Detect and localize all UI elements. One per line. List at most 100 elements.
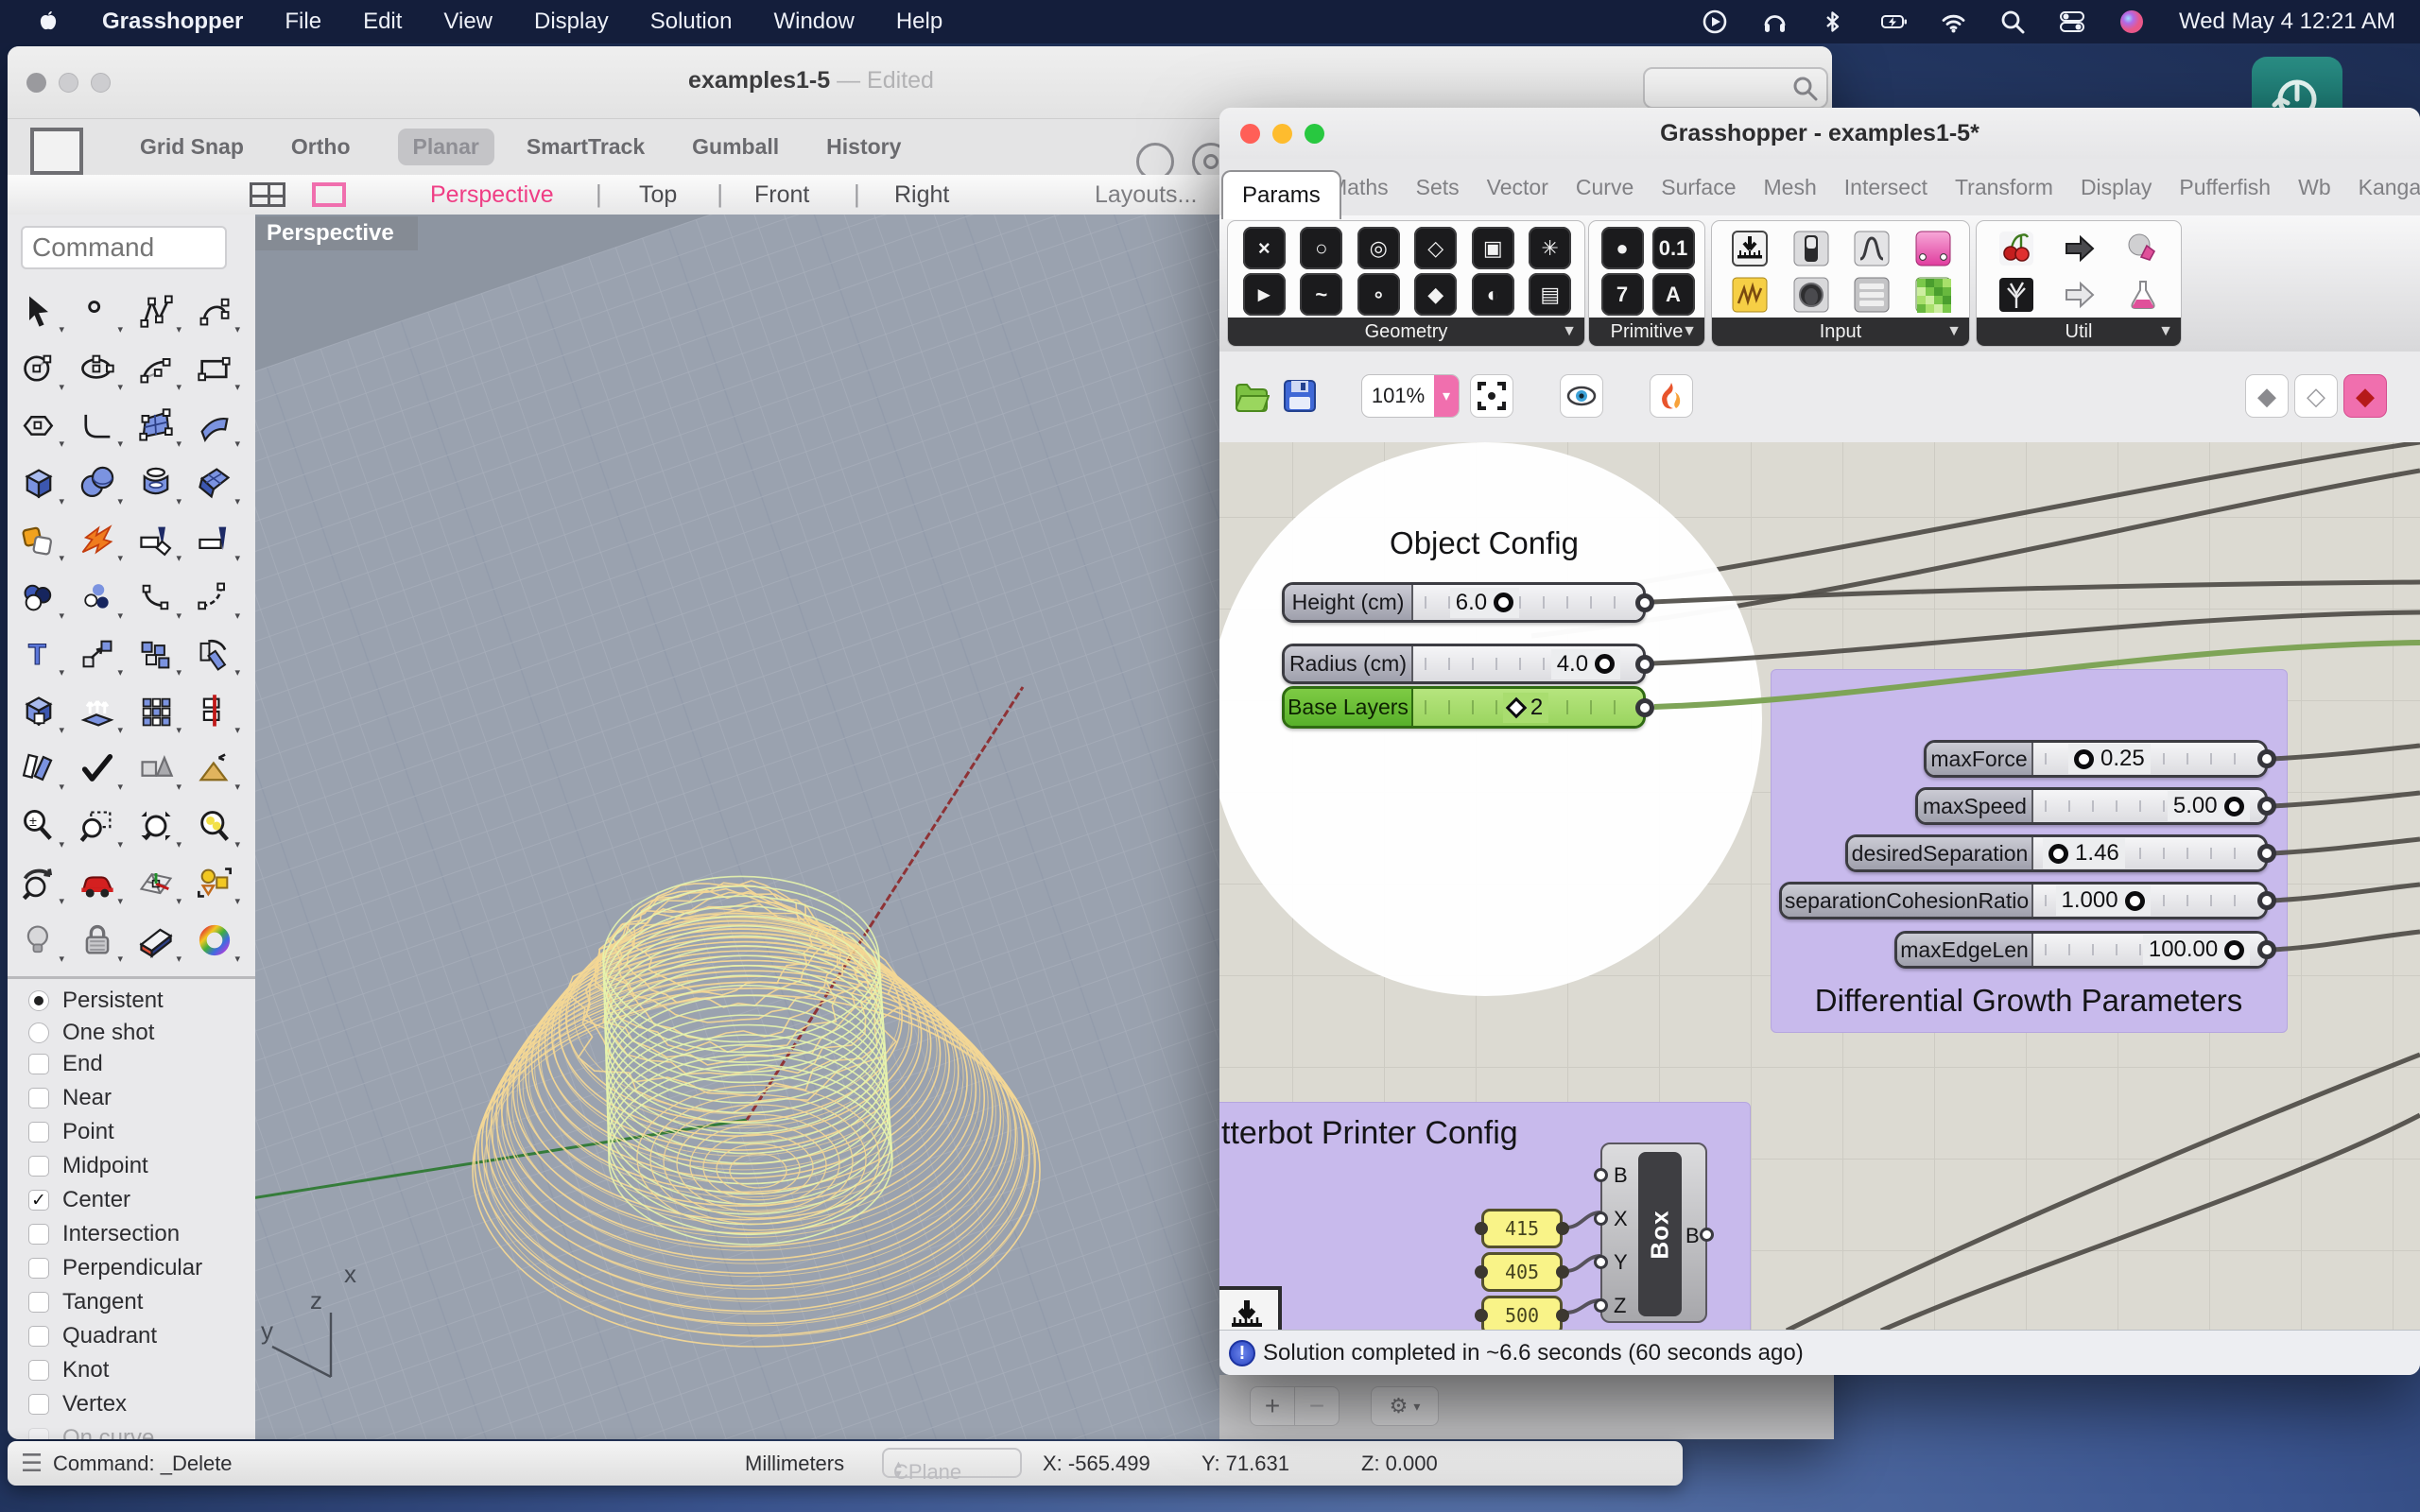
relay-icon[interactable] [2059, 227, 2101, 269]
zoom-level-control[interactable]: 101% ▾ [1361, 374, 1460, 418]
box-output-nub[interactable] [1700, 1228, 1714, 1242]
growth-slider-maxspeed[interactable]: maxSpeed5.00 [1915, 787, 2268, 825]
slider-knob[interactable] [1494, 593, 1513, 612]
menubar-clock[interactable]: Wed May 4 12:21 AM [2179, 9, 2395, 35]
point-cloud-tool-icon[interactable]: ▾ [70, 571, 125, 624]
rotate-tool-icon[interactable]: ▾ [187, 627, 242, 680]
revolve-tool-icon[interactable]: ▾ [129, 456, 183, 509]
preview-off-button[interactable]: ◇ [2294, 374, 2338, 418]
move-tool-icon[interactable]: ▾ [70, 627, 125, 680]
menu-display[interactable]: Display [534, 9, 609, 35]
selection-filter-tool-icon[interactable]: ▾ [70, 742, 125, 795]
tab-vector[interactable]: Vector [1487, 175, 1548, 200]
solution-info-icon[interactable]: ! [1229, 1340, 1255, 1366]
named-position-tool-icon[interactable]: ▾ [187, 856, 242, 909]
zoom-extents-tool-icon[interactable]: ▾ [129, 799, 183, 852]
arc-tool-icon[interactable]: ▾ [129, 342, 183, 395]
brep-param-icon[interactable]: ◐ [1472, 273, 1514, 316]
growth-slider-maxforce[interactable]: maxForce0.25 [1924, 740, 2268, 778]
slider-track[interactable]: 5.00 [2033, 790, 2265, 822]
menu-grasshopper[interactable]: Grasshopper [102, 9, 243, 35]
expand-arrow-icon[interactable]: ▼ [1682, 323, 1697, 340]
object-config-slider-height-cm-[interactable]: Height (cm)6.0 [1282, 582, 1646, 623]
checkbox[interactable] [28, 1394, 49, 1415]
checkbox[interactable] [28, 1326, 49, 1347]
slider-value-cluster[interactable]: 4.0 [1551, 649, 1620, 679]
box-tool-icon[interactable]: ▾ [11, 456, 66, 509]
jewel-icon[interactable] [2122, 227, 2165, 269]
tab-kangaroo2[interactable]: Kangaroo2 [2359, 175, 2420, 200]
circle-param-icon[interactable]: ○ [1300, 227, 1342, 269]
number-slider-component-icon[interactable] [1219, 1286, 1282, 1330]
preview-shaded-button[interactable]: ◆ [2245, 374, 2289, 418]
osnap-midpoint[interactable]: Midpoint [28, 1153, 148, 1179]
tab-sets[interactable]: Sets [1416, 175, 1460, 200]
galapagos-icon[interactable] [2122, 273, 2165, 316]
trim-tool-icon[interactable]: ▾ [129, 513, 183, 566]
object-config-slider-base-layers[interactable]: Base Layers2 [1282, 686, 1646, 729]
render-tool-icon[interactable]: ▾ [129, 914, 183, 967]
bluetooth-icon[interactable] [1822, 9, 1847, 35]
mode-grid-snap[interactable]: Grid Snap [140, 134, 244, 160]
wirecut-tool-icon[interactable]: ▾ [187, 685, 242, 738]
slider-track[interactable]: 100.00 [2033, 934, 2265, 966]
extrude-tool-icon[interactable]: ▾ [70, 685, 125, 738]
menu-file[interactable]: File [285, 9, 321, 35]
polygon-tool-icon[interactable]: ▾ [11, 399, 66, 452]
single-viewport-icon[interactable] [312, 182, 346, 207]
tab-transform[interactable]: Transform [1955, 175, 2053, 200]
vector-param-icon[interactable]: ► [1243, 273, 1286, 316]
box-input-nub-z[interactable] [1594, 1298, 1608, 1313]
number-panel-500[interactable]: 500 [1481, 1296, 1563, 1330]
slider-value-cluster[interactable]: 6.0 [1450, 588, 1519, 618]
slider-track[interactable]: 1.46 [2033, 837, 2265, 869]
battery-icon[interactable] [1881, 9, 1907, 35]
box-component-body[interactable]: Box [1638, 1152, 1682, 1316]
tab-params[interactable]: Params [1221, 170, 1341, 219]
curve-control-points-tool-icon[interactable]: ▾ [129, 284, 183, 337]
box-param-icon[interactable]: ▣ [1472, 227, 1514, 269]
checkbox[interactable]: ✓ [28, 1190, 49, 1211]
radio-one-shot[interactable]: One shot [28, 1020, 154, 1046]
osnap-quadrant[interactable]: Quadrant [28, 1323, 157, 1349]
boolean-toggle-icon[interactable] [1789, 227, 1832, 269]
walkabout-tool-icon[interactable]: ▾ [70, 856, 125, 909]
plugins-tool-icon[interactable]: ▾ [11, 513, 66, 566]
timeline-icon[interactable] [1995, 273, 2037, 316]
rhino-search-field[interactable] [1643, 67, 1828, 109]
panel-icon[interactable] [1851, 273, 1893, 316]
slider-knob[interactable] [2224, 940, 2244, 960]
ellipse-tool-icon[interactable]: ▾ [70, 342, 125, 395]
spotlight-icon[interactable] [2000, 9, 2026, 35]
curved-surface-tool-icon[interactable]: ▾ [187, 399, 242, 452]
surface-patch-tool-icon[interactable]: ▾ [187, 456, 242, 509]
tab-surface[interactable]: Surface [1661, 175, 1736, 200]
menu-help[interactable]: Help [896, 9, 942, 35]
zoom-tool-icon[interactable]: ±▾ [11, 799, 66, 852]
cplane-tool-icon[interactable]: ▾ [129, 856, 183, 909]
slider-track[interactable]: 1.000 [2033, 885, 2265, 917]
palette-group-label[interactable]: Primitive▼ [1589, 318, 1704, 346]
slider-value-cluster[interactable]: 1.000 [2056, 885, 2151, 916]
rotate-view-tool-icon[interactable]: ▾ [11, 856, 66, 909]
checkbox[interactable] [28, 1224, 49, 1245]
save-file-button[interactable] [1278, 374, 1322, 418]
slider-value-cluster[interactable]: 0.25 [2068, 744, 2151, 774]
slider-track[interactable]: 0.25 [2033, 743, 2265, 775]
box-input-nub-x[interactable] [1594, 1211, 1608, 1226]
osnap-tangent[interactable]: Tangent [28, 1289, 143, 1315]
slider-track[interactable]: 6.0 [1413, 585, 1643, 620]
expand-arrow-icon[interactable]: ▼ [1562, 323, 1577, 340]
surface-param-icon[interactable]: ▤ [1529, 273, 1571, 316]
slider-knob[interactable] [2074, 749, 2094, 769]
osnap-near[interactable]: Near [28, 1085, 112, 1111]
wifi-icon[interactable] [1941, 9, 1966, 35]
headphones-icon[interactable] [1762, 9, 1788, 35]
number-panel-415[interactable]: 415 [1481, 1209, 1563, 1248]
slider-knob[interactable] [2224, 797, 2244, 816]
array-tool-icon[interactable]: ▾ [129, 685, 183, 738]
radio-button[interactable] [28, 990, 49, 1011]
cherry-picker-icon[interactable] [1995, 227, 2037, 269]
mode-history[interactable]: History [826, 134, 901, 160]
box-component[interactable]: Box B BXYZ [1600, 1143, 1707, 1323]
